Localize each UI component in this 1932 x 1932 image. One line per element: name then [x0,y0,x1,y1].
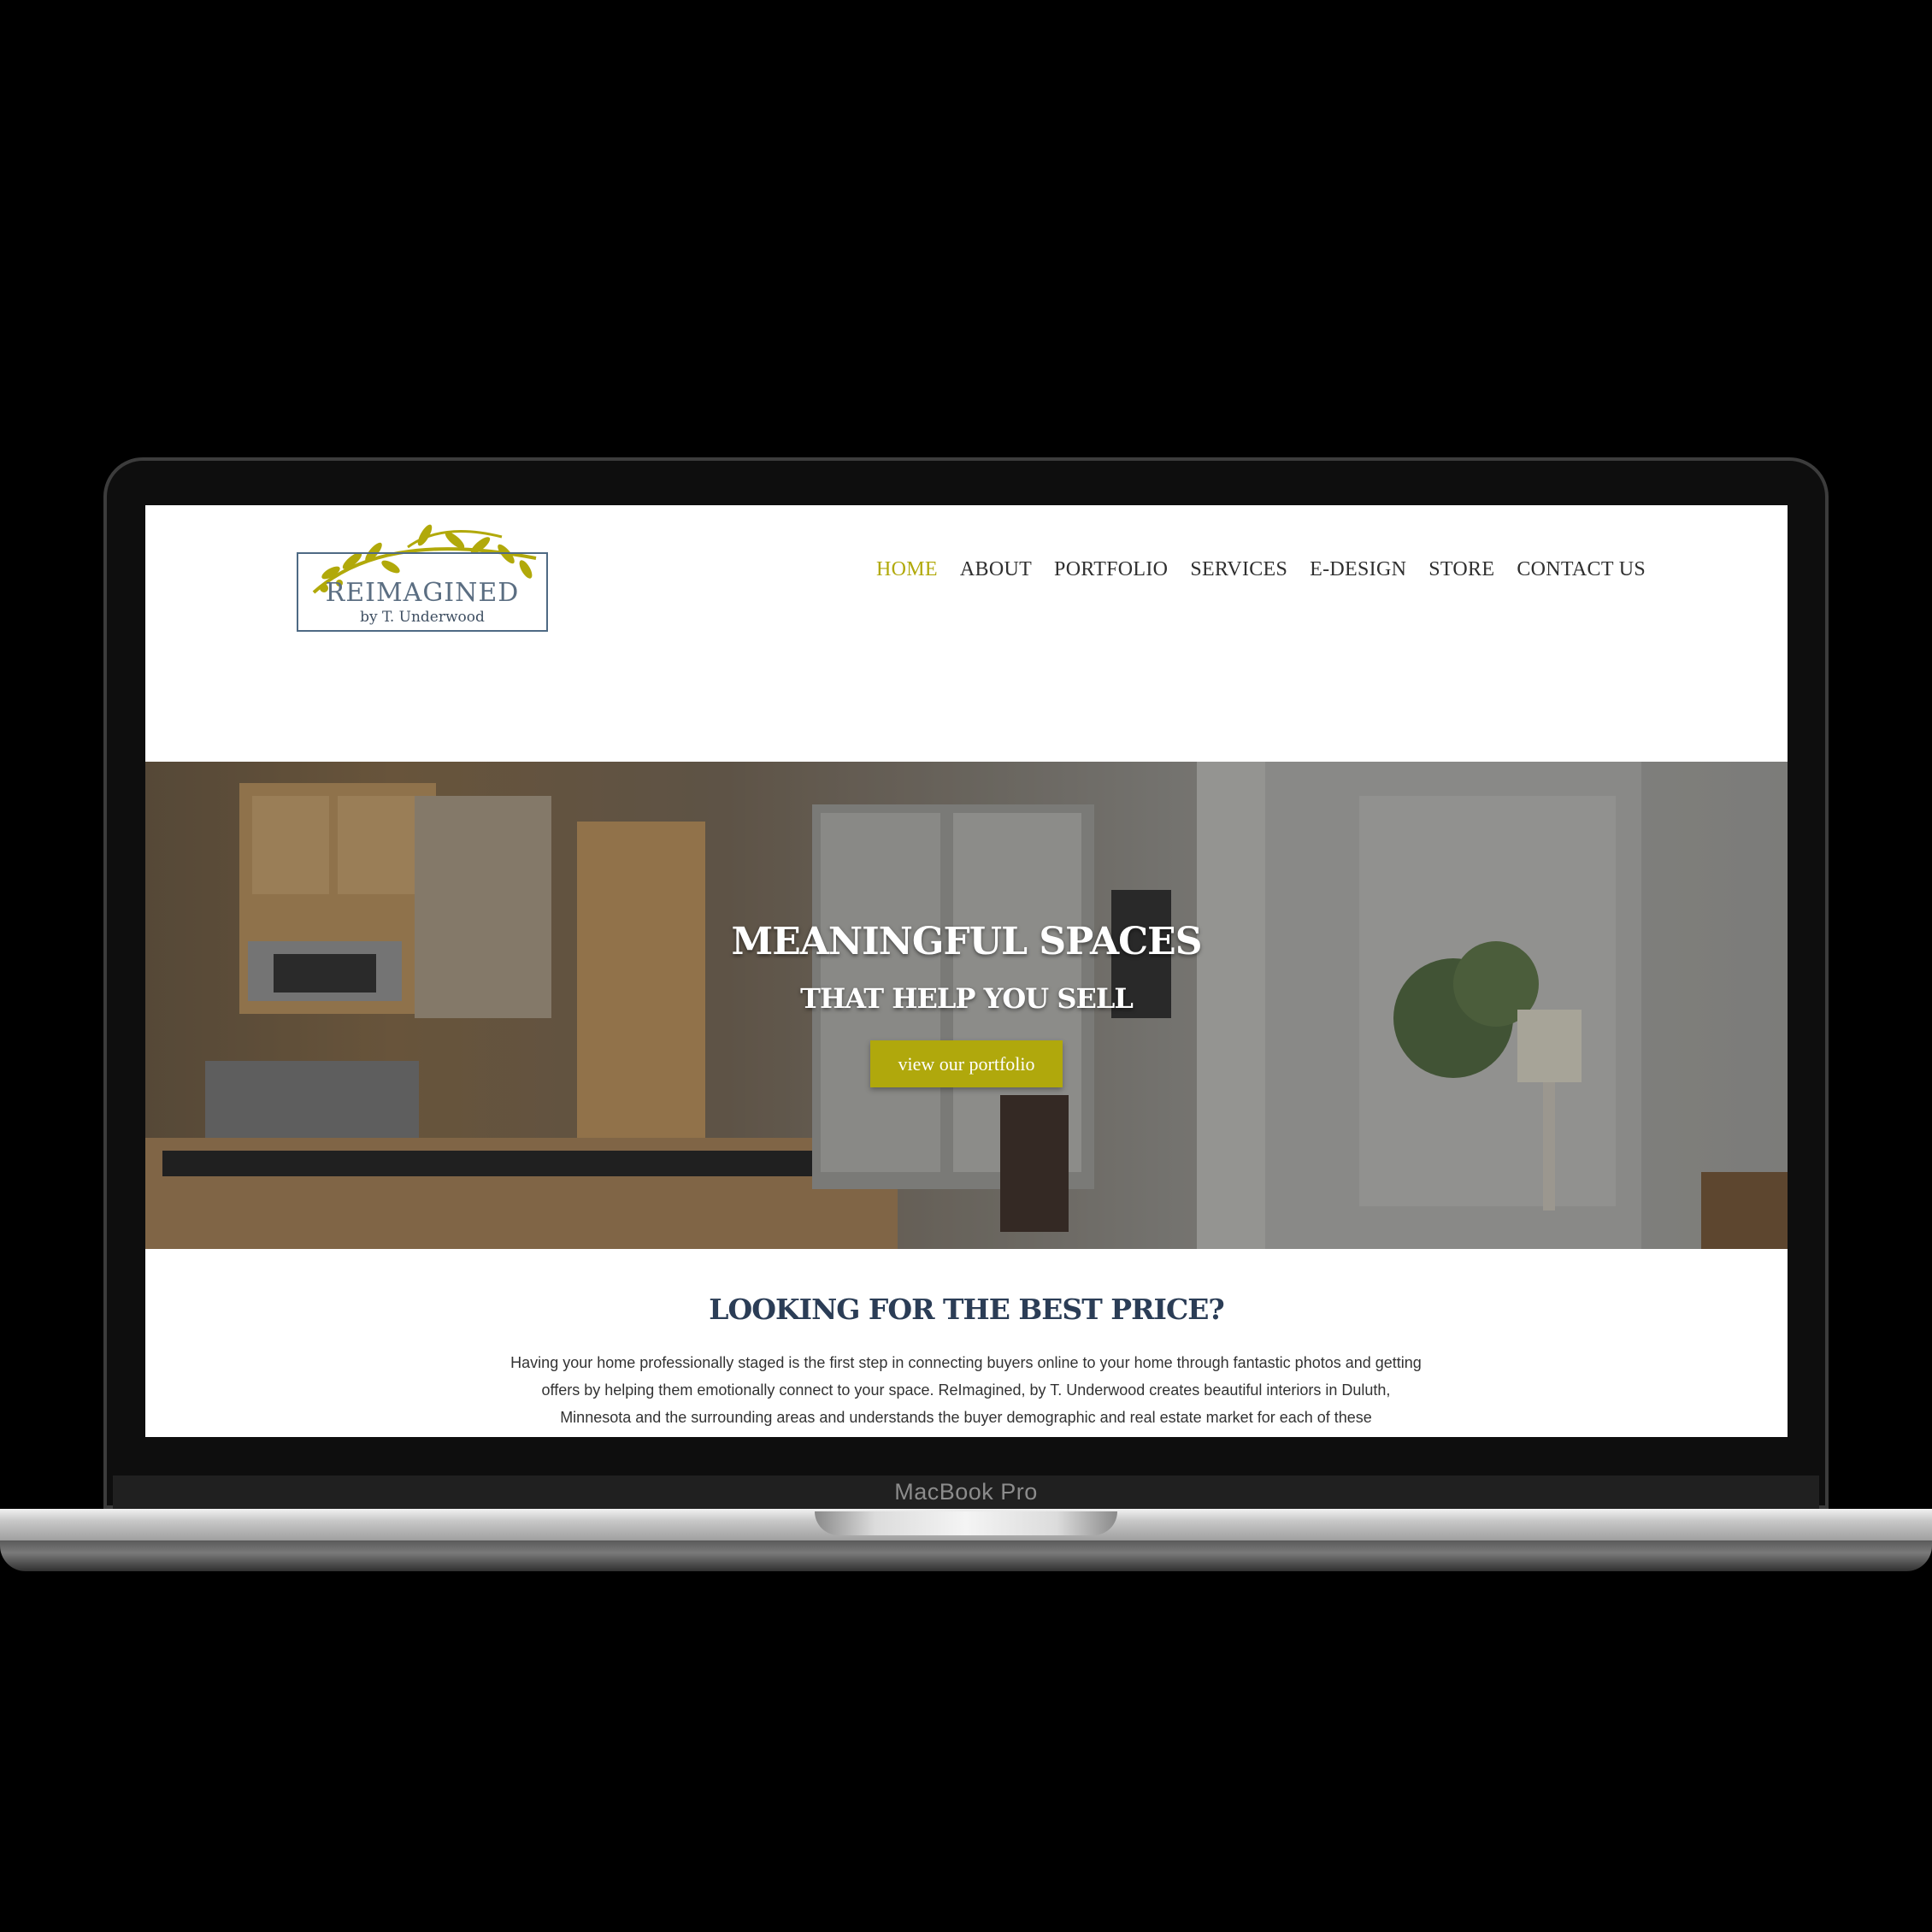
nav-item-portfolio[interactable]: PORTFOLIO [1054,558,1168,581]
site-logo[interactable]: REIMAGINED by T. Underwood [297,520,551,645]
section-title: LOOKING FOR THE BEST PRICE? [709,1293,1224,1326]
nav-item-services[interactable]: SERVICES [1190,558,1287,581]
hero-banner: MEANINGFUL SPACES THAT HELP YOU SELL vie… [145,762,1788,1249]
logo-subtitle: by T. Underwood [360,609,485,626]
view-portfolio-button[interactable]: view our portfolio [870,1040,1063,1087]
laptop-notch [815,1511,1117,1535]
logo-title: REIMAGINED [325,578,520,608]
nav-item-e-design[interactable]: E-DESIGN [1310,558,1406,581]
website-screen: REIMAGINED by T. Underwood HOME ABOUT PO… [145,505,1788,1437]
hero-subtitle: THAT HELP YOU SELL [800,982,1134,1015]
laptop-base-lower [0,1540,1932,1571]
nav-item-contact-us[interactable]: CONTACT US [1517,558,1646,581]
nav-item-about[interactable]: ABOUT [960,558,1032,581]
main-nav: HOME ABOUT PORTFOLIO SERVICES E-DESIGN S… [876,558,1646,581]
nav-item-store[interactable]: STORE [1428,558,1494,581]
laptop-model-label: MacBook Pro [894,1479,1038,1505]
hero-title: MEANINGFUL SPACES [731,920,1203,963]
nav-item-home[interactable]: HOME [876,558,938,581]
section-body: Having your home professionally staged i… [510,1354,1422,1426]
